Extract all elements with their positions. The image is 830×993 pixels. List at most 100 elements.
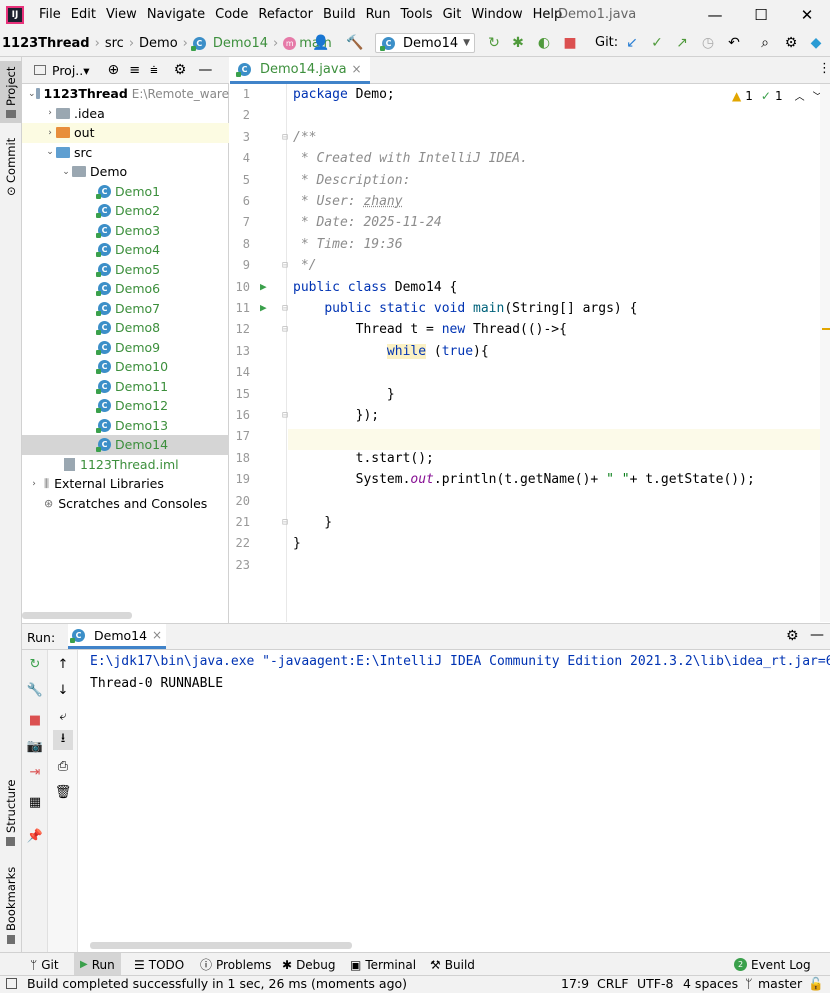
tool-tab-bookmarks[interactable]: Bookmarks (0, 865, 22, 945)
history-icon[interactable]: ◷ (698, 33, 718, 53)
tree-item-class[interactable]: C Demo2 (22, 201, 229, 221)
tool-window-run[interactable]: ▶ Run (74, 953, 121, 976)
menu-navigate[interactable]: Navigate (142, 0, 210, 30)
run-configuration-select[interactable]: C Demo14 ▼ (375, 33, 475, 53)
tool-window-debug[interactable]: ✱ Debug (282, 953, 336, 976)
soft-wrap-icon[interactable]: ⤶ (53, 706, 73, 726)
exit-icon[interactable]: ⇥ (25, 762, 45, 782)
tree-item-scratches[interactable]: ⊛ Scratches and Consoles (22, 494, 229, 514)
editor-tab-active[interactable]: C Demo14.java × (230, 57, 370, 84)
close-tab-icon[interactable]: × (152, 628, 162, 642)
breadcrumb-src[interactable]: src (105, 36, 124, 51)
close-button[interactable]: ✕ (784, 0, 830, 30)
tree-item-class[interactable]: C Demo4 (22, 240, 229, 260)
minimize-button[interactable]: — (692, 0, 738, 30)
file-encoding[interactable]: UTF-8 (637, 976, 673, 991)
warning-marker[interactable] (822, 328, 830, 330)
run-tab[interactable]: C Demo14 × (68, 624, 167, 649)
hide-panel-icon[interactable]: — (810, 627, 824, 643)
menu-code[interactable]: Code (210, 0, 253, 30)
status-toggle-icon[interactable] (6, 978, 17, 989)
tree-item-class[interactable]: C Demo1 (22, 182, 229, 202)
arrow-up-icon[interactable]: ↑ (53, 654, 73, 674)
gear-icon[interactable]: ⚙ (786, 628, 799, 644)
menu-file[interactable]: File (34, 0, 66, 30)
console-output[interactable]: E:\jdk17\bin\java.exe "-javaagent:E:\Int… (80, 650, 830, 952)
menu-refactor[interactable]: Refactor (253, 0, 318, 30)
tool-window-build[interactable]: ⚒ Build (430, 953, 475, 976)
tree-item-project-root[interactable]: ⌄ 1123Thread E:\Remote_ware (22, 84, 229, 104)
breadcrumb-class[interactable]: Demo14 (213, 36, 268, 51)
tree-item-class-selected[interactable]: C Demo14 (22, 435, 229, 455)
tree-item-class[interactable]: C Demo13 (22, 416, 229, 436)
rerun-icon[interactable]: ↻ (25, 654, 45, 674)
user-icon[interactable]: 👤 (310, 33, 332, 53)
editor-scrollbar[interactable] (820, 84, 830, 622)
run-gutter-icon[interactable]: ▶ (260, 301, 267, 314)
tool-tab-project[interactable]: Project (0, 61, 22, 123)
camera-icon[interactable]: 📷 (25, 736, 45, 756)
tool-tab-structure[interactable]: Structure (0, 779, 22, 847)
status-message[interactable]: Build completed successfully in 1 sec, 2… (27, 976, 407, 991)
tree-item-demo-package[interactable]: ⌄ Demo (22, 162, 229, 182)
indent-setting[interactable]: 4 spaces (683, 976, 738, 991)
tool-window-terminal[interactable]: ▣ Terminal (350, 953, 416, 976)
rollback-icon[interactable]: ↶ (724, 33, 744, 53)
tree-item-class[interactable]: C Demo5 (22, 260, 229, 280)
tree-item-src[interactable]: ⌄ src (22, 143, 229, 163)
maximize-button[interactable]: ☐ (738, 0, 784, 30)
tool-tab-commit[interactable]: ⊙ Commit (0, 137, 22, 197)
expand-all-icon[interactable]: ≡ (129, 63, 140, 78)
breadcrumb-project[interactable]: 1123Thread (2, 36, 90, 51)
git-commit-icon[interactable]: ✓ (647, 33, 667, 53)
tool-window-todo[interactable]: ☰ TODO (134, 953, 184, 976)
tree-item-class[interactable]: C Demo3 (22, 221, 229, 241)
chevron-up-icon[interactable]: ︿ (795, 88, 805, 103)
wrench-icon[interactable]: 🔧 (25, 680, 45, 700)
build-hammer-icon[interactable]: 🔨 (345, 33, 365, 53)
console-horizontal-scrollbar[interactable] (90, 942, 352, 949)
gear-icon[interactable]: ⚙ (174, 62, 187, 78)
breadcrumb-demo[interactable]: Demo (139, 36, 178, 51)
run-gutter-icon[interactable]: ▶ (260, 280, 267, 293)
scroll-to-end-icon[interactable]: ⭳ (53, 730, 73, 750)
collapse-all-icon[interactable]: ⩧ (150, 63, 158, 78)
settings-gear-icon[interactable]: ⚙ (781, 33, 801, 53)
hide-panel-icon[interactable]: — (198, 62, 212, 78)
tree-item-class[interactable]: C Demo6 (22, 279, 229, 299)
jetbrains-toolbox-icon[interactable]: ◆ (806, 33, 826, 53)
tool-window-event-log[interactable]: 2 Event Log (734, 953, 811, 976)
line-separator[interactable]: CRLF (597, 976, 629, 991)
menu-tools[interactable]: Tools (396, 0, 438, 30)
debug-bug-icon[interactable]: ✱ (508, 33, 528, 53)
menu-view[interactable]: View (101, 0, 142, 30)
git-push-icon[interactable]: ↗ (672, 33, 692, 53)
tree-item-idea[interactable]: › .idea (22, 104, 229, 124)
code-editor[interactable]: package Demo; /** * Created with Intelli… (288, 84, 818, 622)
locate-target-icon[interactable]: ⊕ (108, 62, 120, 78)
tree-item-external-libraries[interactable]: › ⫼ External Libraries (22, 474, 229, 494)
close-tab-icon[interactable]: × (352, 62, 362, 76)
stop-icon[interactable]: ■ (560, 33, 580, 53)
tree-item-class[interactable]: C Demo11 (22, 377, 229, 397)
trash-icon[interactable]: 🗑 (53, 782, 73, 802)
lock-icon[interactable]: 🔓 (808, 976, 824, 992)
layout-icon[interactable]: ▦ (25, 792, 45, 812)
coverage-icon[interactable]: ◐ (534, 33, 554, 53)
tool-window-problems[interactable]: ⓘ Problems (200, 953, 271, 976)
cursor-position[interactable]: 17:9 (561, 976, 589, 991)
menu-run[interactable]: Run (361, 0, 396, 30)
menu-git[interactable]: Git (438, 0, 467, 30)
arrow-down-icon[interactable]: ↓ (53, 680, 73, 700)
menu-build[interactable]: Build (318, 0, 361, 30)
tree-item-class[interactable]: C Demo9 (22, 338, 229, 358)
more-vertical-icon[interactable]: ⋮ (818, 61, 830, 76)
tree-item-class[interactable]: C Demo8 (22, 318, 229, 338)
menu-window[interactable]: Window (466, 0, 527, 30)
project-view-select[interactable]: Proj..▾ (52, 63, 90, 78)
git-update-icon[interactable]: ↙ (622, 33, 642, 53)
horizontal-scrollbar[interactable] (22, 612, 132, 619)
tree-item-class[interactable]: C Demo12 (22, 396, 229, 416)
git-branch[interactable]: master (758, 976, 802, 991)
print-icon[interactable]: ⎙ (53, 756, 73, 776)
